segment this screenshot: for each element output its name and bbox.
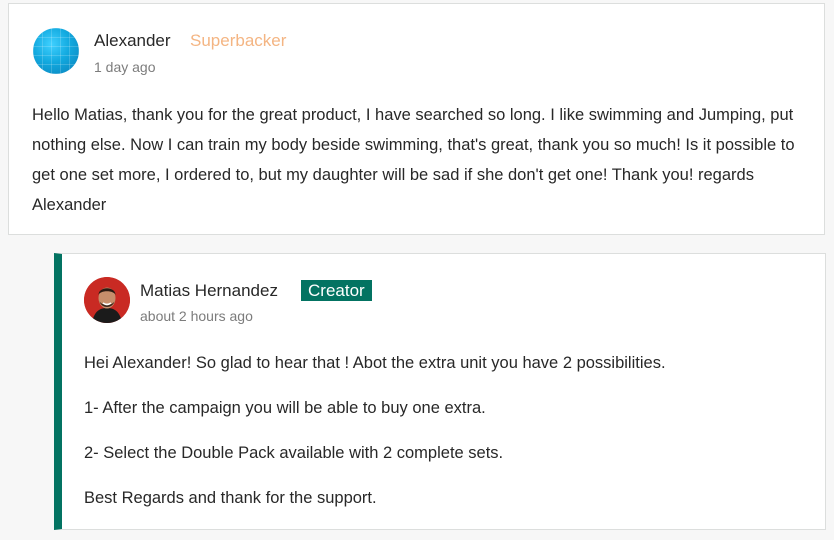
comment-body: Hello Matias, thank you for the great pr… xyxy=(32,106,795,214)
reply-paragraph: Best Regards and thank for the support. xyxy=(84,489,377,507)
reply-paragraph: 1- After the campaign you will be able t… xyxy=(84,399,486,417)
reply-paragraph: 2- Select the Double Pack available with… xyxy=(84,444,504,462)
creator-badge: Creator xyxy=(301,280,372,301)
person-avatar-icon[interactable] xyxy=(84,277,130,323)
backer-comment: Alexander Superbacker 1 day ago Hello Ma… xyxy=(8,3,825,235)
superbacker-badge: Superbacker xyxy=(190,31,287,50)
comment-timestamp: 1 day ago xyxy=(94,59,156,75)
creator-reply: Matias Hernandez Creator about 2 hours a… xyxy=(54,253,826,530)
reply-timestamp: about 2 hours ago xyxy=(140,308,253,324)
reply-author-name[interactable]: Matias Hernandez xyxy=(140,281,278,301)
blue-avatar-icon[interactable] xyxy=(33,28,79,74)
reply-paragraph: Hei Alexander! So glad to hear that ! Ab… xyxy=(84,354,666,372)
comment-author-name[interactable]: Alexander xyxy=(94,31,171,51)
